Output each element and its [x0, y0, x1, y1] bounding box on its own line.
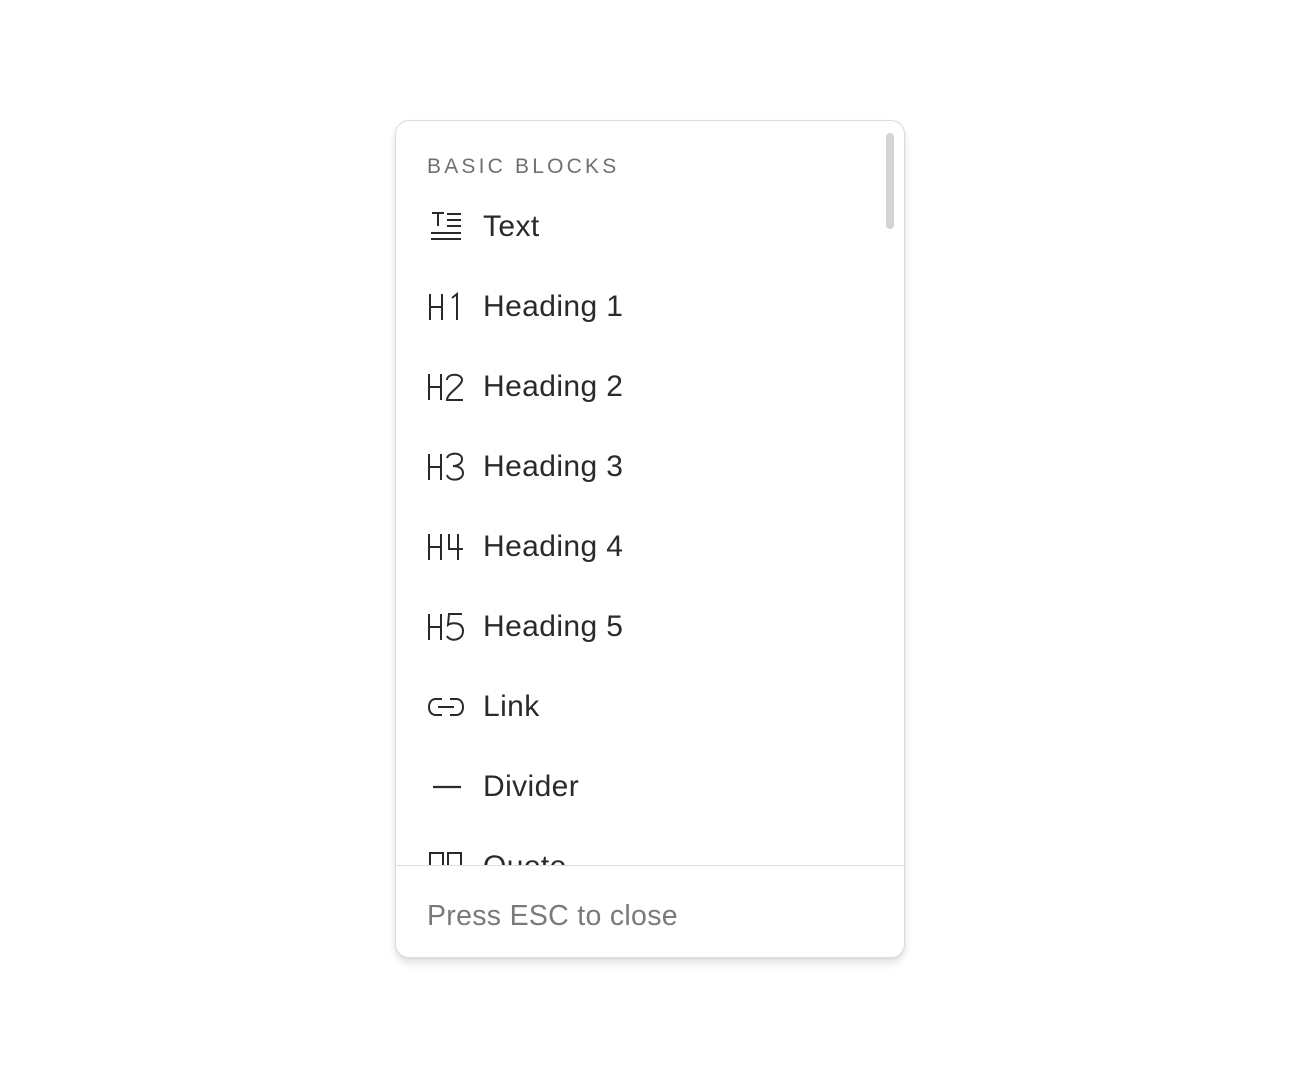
- menu-item-label: Heading 3: [483, 450, 624, 483]
- menu-item-label: Heading 5: [483, 610, 624, 643]
- menu-item-heading-5[interactable]: Heading 5: [396, 587, 876, 667]
- menu-item-label: Quote: [483, 850, 567, 865]
- close-hint: Press ESC to close: [427, 900, 678, 932]
- menu-footer: Press ESC to close: [396, 865, 904, 957]
- menu-item-divider[interactable]: Divider: [396, 747, 876, 827]
- scrollbar-thumb[interactable]: [886, 133, 894, 229]
- menu-item-label: Divider: [483, 770, 580, 803]
- section-header: BASIC BLOCKS: [427, 155, 620, 178]
- heading-3-icon: [426, 447, 466, 487]
- menu-item-heading-1[interactable]: Heading 1: [396, 267, 876, 347]
- menu-item-label: Text: [483, 210, 540, 243]
- menu-item-heading-3[interactable]: Heading 3: [396, 427, 876, 507]
- block-menu: BASIC BLOCKS Text Heading 1 Heading 2 He…: [395, 120, 905, 958]
- menu-item-heading-2[interactable]: Heading 2: [396, 347, 876, 427]
- quote-icon: [426, 847, 466, 865]
- link-icon: [426, 687, 466, 727]
- heading-1-icon: [426, 287, 466, 327]
- heading-4-icon: [426, 527, 466, 567]
- divider-icon: [426, 767, 466, 807]
- menu-item-label: Heading 4: [483, 530, 624, 563]
- menu-item-text[interactable]: Text: [396, 187, 876, 267]
- menu-item-label: Link: [483, 690, 540, 723]
- block-list[interactable]: BASIC BLOCKS Text Heading 1 Heading 2 He…: [396, 121, 904, 865]
- menu-item-label: Heading 2: [483, 370, 624, 403]
- heading-2-icon: [426, 367, 466, 407]
- heading-5-icon: [426, 607, 466, 647]
- menu-item-link[interactable]: Link: [396, 667, 876, 747]
- menu-item-quote[interactable]: Quote: [396, 827, 876, 865]
- text-icon: [426, 207, 466, 247]
- menu-item-label: Heading 1: [483, 290, 624, 323]
- menu-item-heading-4[interactable]: Heading 4: [396, 507, 876, 587]
